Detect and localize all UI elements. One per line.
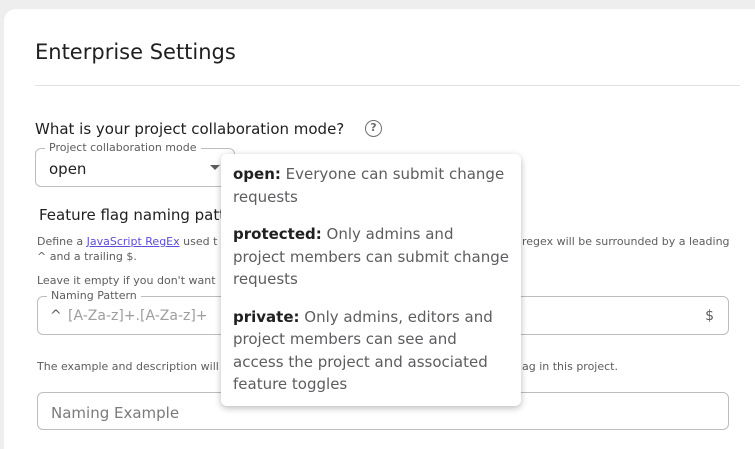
- collaboration-question: What is your project collaboration mode?: [35, 120, 345, 138]
- naming-empty-hint: Leave it empty if you don't want: [37, 274, 216, 287]
- collaboration-mode-label: Project collaboration mode: [45, 141, 201, 154]
- tooltip-term-private: private:: [233, 307, 300, 326]
- title-divider: [35, 85, 740, 86]
- javascript-regex-link[interactable]: JavaScript RegEx: [87, 235, 180, 248]
- collaboration-mode-tooltip: open: Everyone can submit change request…: [221, 154, 521, 406]
- tooltip-item-protected: protected: Only admins and project membe…: [233, 223, 509, 291]
- naming-description-line2: ^ and a trailing $.: [37, 250, 137, 263]
- tooltip-term-protected: protected:: [233, 225, 322, 243]
- example-description-right: ag in this project.: [522, 360, 618, 373]
- tooltip-item-open: open: Everyone can submit change request…: [233, 163, 509, 208]
- naming-pattern-heading: Feature flag naming pattern: [39, 206, 224, 224]
- chevron-down-icon[interactable]: [210, 165, 220, 170]
- naming-description-prefix: Define a: [37, 235, 87, 248]
- pattern-prefix: ^: [50, 308, 62, 324]
- naming-description-right: regex will be surrounded by a leading: [522, 235, 730, 248]
- collaboration-mode-select[interactable]: Project collaboration mode open: [35, 141, 235, 187]
- pattern-placeholder: [A-Za-z]+.[A-Za-z]+: [68, 308, 208, 324]
- tooltip-term-open: open:: [233, 165, 281, 183]
- pattern-suffix: $: [705, 308, 714, 324]
- collaboration-mode-value: open: [49, 160, 87, 178]
- naming-example-placeholder: Naming Example: [51, 404, 180, 422]
- naming-pattern-label: Naming Pattern: [47, 289, 141, 302]
- example-description: The example and description will: [37, 360, 219, 373]
- naming-description-mid: used t: [179, 235, 218, 248]
- naming-description: Define a JavaScript RegEx used t: [37, 235, 217, 248]
- page-title: Enterprise Settings: [35, 40, 236, 64]
- help-circle-icon[interactable]: ?: [365, 120, 382, 137]
- tooltip-item-private: private: Only admins, editors and projec…: [233, 306, 509, 396]
